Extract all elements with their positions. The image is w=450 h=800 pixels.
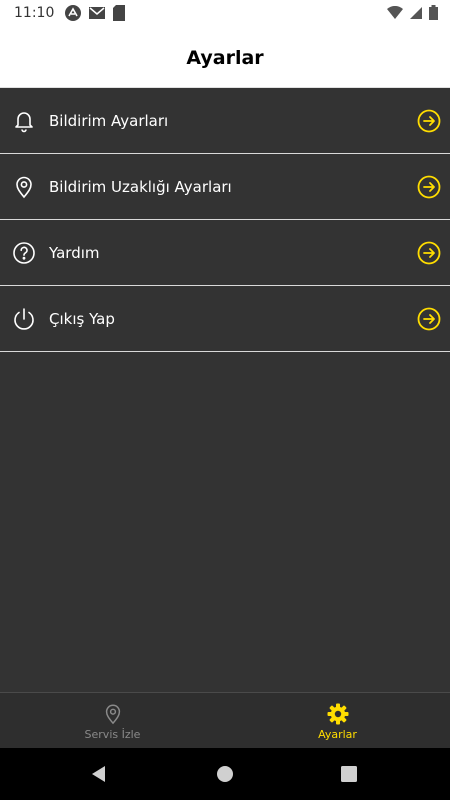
arrow-right-circle-icon [417, 109, 441, 132]
mail-icon [89, 7, 105, 19]
page-title: Ayarlar [186, 46, 264, 69]
wifi-icon [387, 5, 403, 19]
menu-item-label: Yardım [49, 243, 100, 262]
bell-icon [12, 109, 36, 133]
menu-item-help[interactable]: Yardım [0, 220, 450, 286]
menu-item-logout[interactable]: Çıkış Yap [0, 286, 450, 352]
menu-item-distance-settings[interactable]: Bildirim Uzaklığı Ayarları [0, 154, 450, 220]
status-bar: 11:10 [0, 0, 450, 28]
system-status-icons [387, 5, 438, 20]
menu-item-label: Çıkış Yap [49, 309, 115, 328]
signal-icon [410, 6, 422, 19]
arrow-right-circle-icon [417, 175, 441, 198]
app-notification-icon [65, 5, 81, 21]
app-header: Ayarlar [0, 28, 450, 88]
home-icon[interactable] [216, 765, 234, 783]
settings-menu: Bildirim Ayarları Bildirim Uzaklığı Ayar… [0, 88, 450, 352]
status-time: 11:10 [14, 5, 55, 21]
sd-card-icon [113, 5, 125, 21]
gear-icon [327, 703, 348, 724]
tab-label: Ayarlar [318, 727, 357, 741]
menu-item-label: Bildirim Uzaklığı Ayarları [49, 177, 232, 196]
menu-item-notification-settings[interactable]: Bildirim Ayarları [0, 88, 450, 154]
location-pin-icon [105, 704, 120, 724]
system-navigation-bar [0, 748, 450, 800]
tab-label: Servis İzle [84, 727, 141, 741]
arrow-right-circle-icon [417, 307, 441, 330]
help-circle-icon [12, 241, 36, 265]
menu-item-label: Bildirim Ayarları [49, 111, 169, 130]
location-pin-icon [12, 175, 36, 199]
tab-ayarlar[interactable]: Ayarlar [225, 693, 450, 749]
back-icon[interactable] [90, 765, 108, 783]
power-icon [12, 307, 36, 331]
recents-icon[interactable] [341, 766, 357, 782]
battery-icon [429, 5, 438, 20]
arrow-right-circle-icon [417, 241, 441, 264]
tab-servis-izle[interactable]: Servis İzle [0, 693, 225, 749]
notification-icons [64, 4, 126, 22]
bottom-navigation: Servis İzle Ayarlar [0, 692, 450, 749]
